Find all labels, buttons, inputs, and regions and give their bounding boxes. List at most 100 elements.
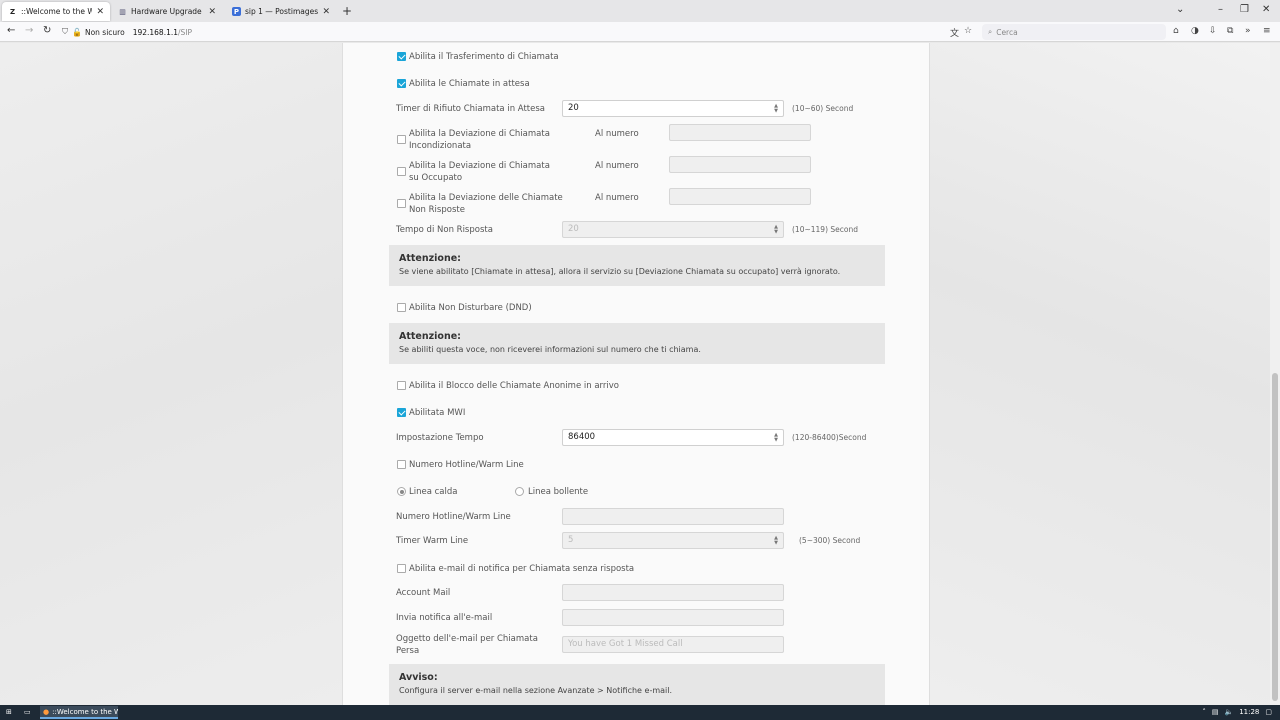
close-window-icon[interactable]: ✕ [1262,4,1270,15]
warm-timer-value: 5 [568,535,574,545]
windows-start-icon[interactable]: ⊞ [6,708,12,716]
spinner-icon[interactable]: ▲ ▼ [774,536,778,546]
background-right [930,43,1270,705]
account-icon[interactable]: ◑ [1191,26,1199,36]
insecure-lock-icon: 🔓 [72,27,82,37]
search-icon: ⌕ [988,27,993,36]
mwi-checkbox[interactable] [397,408,406,417]
cfu-label: Abilita la Deviazione di Chiamata Incond… [409,129,550,151]
extensions-icon[interactable]: ⧉ [1227,26,1233,36]
time-setting-unit: (120-86400)Second [792,433,867,442]
cfnr-checkbox[interactable] [397,199,406,208]
mwi-row: Abilitata MWI [343,406,931,422]
security-label: Non sicuro [84,27,125,37]
no-answer-label: Tempo di Non Risposta [396,225,493,235]
note-text: Se abiliti questa voce, non riceverei in… [399,345,701,354]
mwi-label: Abilitata MWI [409,408,466,418]
tray-chevron-icon[interactable]: ˄ [1202,708,1206,716]
restore-icon[interactable]: ❐ [1240,4,1249,15]
tab-title: ::Welcome to the Web-Based C [21,7,93,16]
overflow-icon[interactable]: » [1245,26,1251,36]
menu-icon[interactable]: ≡ [1263,26,1271,36]
search-placeholder: Cerca [996,27,1018,37]
tab-postimages[interactable]: P sip 1 — Postimages ✕ [226,2,336,21]
notifications-icon[interactable]: ▢ [1265,708,1272,716]
tab-router[interactable]: Z ::Welcome to the Web-Based C ✕ [2,2,110,21]
taskbar-firefox-item[interactable]: ● ::Welcome to the We... [40,706,118,719]
note-title: Avviso: [399,672,438,683]
minimize-icon[interactable]: – [1218,4,1223,15]
bookmark-star-icon[interactable]: ☆ [964,26,972,36]
close-icon[interactable]: ✕ [322,7,330,17]
line-warm-label: Linea bollente [528,487,589,497]
hotline-number-input[interactable] [562,508,784,525]
waiting-timer-input[interactable]: 20 ▲ ▼ [562,100,784,117]
cfu-number-label: Al numero [595,129,639,139]
tab-forum[interactable]: ▥ Hardware Upgrade Forum - Re ✕ [112,2,222,21]
warning-note: Attenzione: Se viene abilitato [Chiamate… [389,245,885,286]
task-view-icon[interactable]: ▭ [24,708,31,716]
tab-title: sip 1 — Postimages [245,7,319,16]
downloads-icon[interactable]: ⇩ [1209,26,1217,36]
volume-icon[interactable]: 🔈 [1224,708,1233,716]
hotline-enable-row: Numero Hotline/Warm Line [343,458,931,474]
cfb-number-input[interactable] [669,156,811,173]
scrollbar-thumb[interactable] [1272,373,1278,701]
warm-timer-input[interactable]: 5 ▲ ▼ [562,532,784,549]
no-answer-value: 20 [568,224,579,234]
forum-favicon-icon: ▥ [119,7,126,16]
new-tab-button[interactable]: + [342,4,352,18]
missed-email-checkbox[interactable] [397,564,406,573]
cfu-number-input[interactable] [669,124,811,141]
url-bar[interactable]: ⛉ 🔓 Non sicuro 192.168.1.1 /SIP [58,24,978,40]
call-transfer-checkbox[interactable] [397,52,406,61]
reload-icon[interactable]: ↻ [43,25,51,36]
email-subject-input[interactable]: You have Got 1 Missed Call [562,636,784,653]
anon-block-checkbox[interactable] [397,381,406,390]
call-waiting-row: Abilita le Chiamate in attesa [343,77,931,93]
spinner-icon[interactable]: ▲ ▼ [774,225,778,235]
home-icon[interactable]: ⌂ [1173,26,1179,36]
time-setting-label: Impostazione Tempo [396,433,484,443]
line-type-row: Linea calda Linea bollente [343,485,931,501]
list-tabs-icon[interactable]: ⌄ [1176,4,1184,15]
zyxel-favicon-icon: Z [9,7,16,16]
forward-icon[interactable]: → [25,25,33,36]
nav-bar: ← → ↻ ⛉ 🔓 Non sicuro 192.168.1.1 /SIP 文 … [0,22,1280,42]
translate-icon[interactable]: 文 [950,26,959,39]
page-scrollbar[interactable] [1270,43,1280,705]
line-warm-radio[interactable] [515,487,524,496]
missed-email-label: Abilita e-mail di notifica per Chiamata … [409,564,635,574]
shield-icon: ⛉ [62,27,68,36]
missed-email-row: Abilita e-mail di notifica per Chiamata … [343,562,931,578]
call-waiting-checkbox[interactable] [397,79,406,88]
close-icon[interactable]: ✕ [96,7,104,17]
notify-email-row: Invia notifica all'e-mail [343,609,931,628]
network-icon[interactable]: ▤ [1212,708,1219,716]
back-icon[interactable]: ← [7,25,15,36]
mail-account-input[interactable] [562,584,784,601]
no-answer-input[interactable]: 20 ▲ ▼ [562,221,784,238]
system-tray: ˄ ▤ 🔈 11:28 ▢ [1202,708,1272,716]
close-icon[interactable]: ✕ [208,7,216,17]
note-text: Se viene abilitato [Chiamate in attesa],… [399,267,841,276]
cfnr-label: Abilita la Deviazione delle Chiamate Non… [409,193,563,215]
spinner-icon[interactable]: ▲ ▼ [774,104,778,114]
cfnr-number-input[interactable] [669,188,811,205]
time-setting-input[interactable]: 86400 ▲ ▼ [562,429,784,446]
no-answer-row: Tempo di Non Risposta 20 ▲ ▼ (10~119) Sec… [343,221,931,240]
spinner-icon[interactable]: ▲ ▼ [774,433,778,443]
waiting-timer-row: Timer di Rifiuto Chiamata in Attesa 20 ▲… [343,100,931,119]
cfu-checkbox[interactable] [397,135,406,144]
cfu-row: Abilita la Deviazione di Chiamata Incond… [343,124,931,153]
dnd-checkbox[interactable] [397,303,406,312]
line-hot-label: Linea calda [409,487,458,497]
cfb-checkbox[interactable] [397,167,406,176]
line-hot-radio[interactable] [397,487,406,496]
hotline-checkbox[interactable] [397,460,406,469]
firefox-icon: ● [43,707,50,716]
waiting-timer-value: 20 [568,103,579,113]
search-input[interactable]: ⌕ Cerca [982,24,1166,40]
clock[interactable]: 11:28 [1239,708,1259,716]
notify-email-input[interactable] [562,609,784,626]
